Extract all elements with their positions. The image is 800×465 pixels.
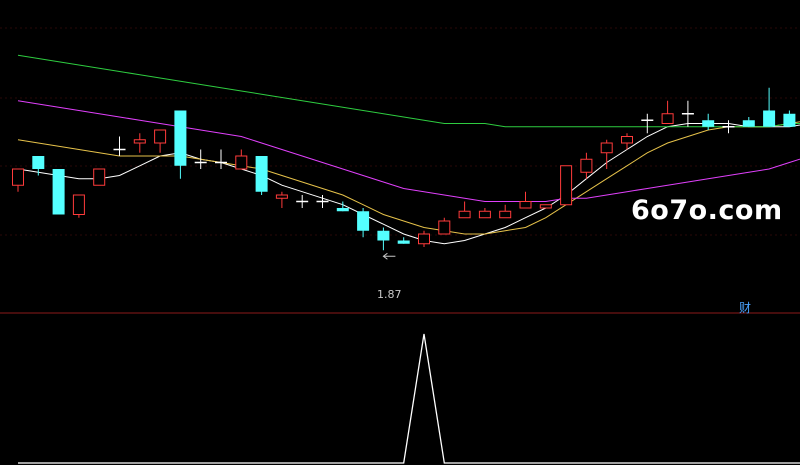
candle-body <box>235 155 248 170</box>
candle-body <box>154 129 167 144</box>
candle-body <box>661 113 674 124</box>
candle <box>499 204 512 219</box>
candle-body <box>499 210 512 219</box>
candle <box>580 152 593 179</box>
candle-body <box>783 113 796 127</box>
candle-body <box>133 139 146 144</box>
candle <box>357 208 370 238</box>
candle <box>235 149 248 170</box>
candle-body <box>52 169 65 215</box>
chart-root: 1.87 6o7o.com 财 <box>0 0 800 465</box>
ma-line-3 <box>17 54 800 128</box>
candle <box>702 113 715 130</box>
candle-body <box>438 220 451 235</box>
candle <box>783 110 796 127</box>
candle-body <box>458 210 471 219</box>
candle-body <box>12 168 24 186</box>
ma-line-2 <box>17 100 800 202</box>
candle-body <box>763 110 776 127</box>
candle-body <box>255 156 268 192</box>
candle-body <box>478 210 491 219</box>
candle <box>600 139 613 169</box>
candle-body <box>539 204 552 209</box>
stock-chart <box>0 27 800 464</box>
indicator-line <box>18 333 800 464</box>
watermark: 6o7o.com <box>631 195 783 226</box>
low-marker <box>382 252 396 260</box>
candle <box>539 204 552 209</box>
candle <box>478 208 491 219</box>
candle <box>255 156 268 195</box>
finance-badge[interactable]: 财 <box>739 299 751 316</box>
candle-body <box>32 156 45 169</box>
candle-body <box>418 233 430 245</box>
candle-body <box>519 201 532 209</box>
candle-body <box>560 165 573 206</box>
candle <box>296 195 309 208</box>
candle <box>438 217 451 235</box>
candle <box>458 201 471 219</box>
indicator-panel <box>18 333 800 464</box>
candle-body <box>742 120 755 127</box>
candle <box>377 227 390 251</box>
candle <box>681 100 694 127</box>
candle <box>72 194 85 218</box>
candle <box>519 191 532 209</box>
candle <box>418 230 430 247</box>
candle-body <box>336 208 349 212</box>
candle <box>560 165 573 206</box>
candle-body <box>72 194 85 215</box>
candle-body <box>702 120 715 127</box>
low-price-label: 1.87 <box>377 288 402 301</box>
candle <box>93 168 106 186</box>
candle <box>113 136 126 156</box>
candle <box>133 133 146 153</box>
candle <box>174 110 187 179</box>
candle <box>661 100 674 124</box>
candle <box>763 87 776 127</box>
candle-body <box>397 240 410 244</box>
candle <box>742 117 755 127</box>
candle-body <box>600 142 613 154</box>
candle <box>12 168 24 192</box>
candle-body <box>174 110 187 166</box>
candle-body <box>621 136 633 144</box>
candle <box>52 169 65 215</box>
candle <box>722 120 735 134</box>
candle-body <box>275 194 288 199</box>
candle <box>275 191 288 208</box>
candle <box>397 237 410 244</box>
candle-body <box>93 168 106 186</box>
candle-body <box>357 211 370 231</box>
candle-body <box>377 230 390 241</box>
candle-body <box>580 158 593 173</box>
candle <box>641 113 654 134</box>
candle <box>154 129 167 153</box>
